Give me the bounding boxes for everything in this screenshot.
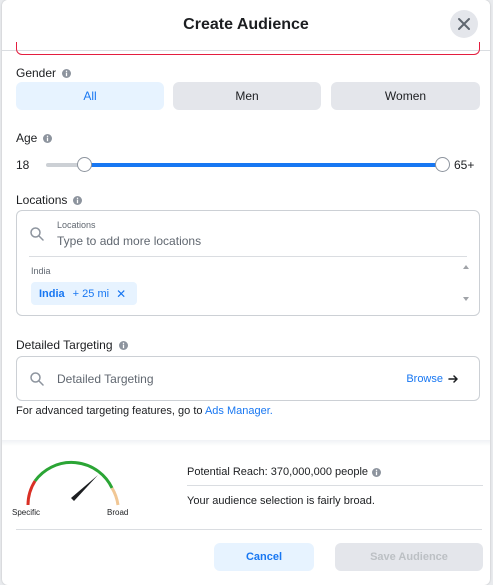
locations-box: Locations Type to add more locations Ind…	[16, 210, 480, 316]
gender-label: Gender	[16, 66, 72, 80]
remove-location-icon[interactable]: ✕	[116, 287, 126, 301]
locations-label-text: Locations	[16, 193, 68, 207]
location-country-label: India	[31, 266, 51, 276]
locations-input-label: Locations	[57, 220, 96, 230]
info-icon[interactable]	[43, 133, 53, 143]
gauge-arc-green	[33, 460, 114, 489]
close-button[interactable]	[450, 10, 478, 38]
detailed-targeting-input-box[interactable]: Detailed Targeting Browse	[16, 356, 480, 401]
detailed-targeting-label-text: Detailed Targeting	[16, 338, 113, 352]
create-audience-dialog: Create Audience Gender All Men Women Age…	[2, 0, 490, 585]
age-slider-range	[84, 163, 442, 167]
detailed-targeting-input[interactable]: Detailed Targeting	[57, 372, 154, 386]
gender-option-women[interactable]: Women	[331, 82, 480, 110]
detailed-targeting-label: Detailed Targeting	[16, 338, 128, 352]
advanced-note-text: For advanced targeting features, go to	[16, 405, 203, 417]
scroll-down-icon	[463, 297, 469, 301]
error-field-border	[16, 42, 480, 55]
locations-label: Locations	[16, 193, 83, 207]
age-min-value: 18	[16, 158, 30, 172]
audience-size-gauge	[26, 460, 120, 506]
gender-label-text: Gender	[16, 66, 57, 80]
potential-reach: Potential Reach: 370,000,000 people	[187, 466, 382, 478]
browse-label: Browse	[406, 373, 443, 385]
info-icon[interactable]	[372, 467, 382, 477]
browse-button[interactable]: Browse	[406, 373, 459, 385]
gauge-arc-red	[26, 480, 37, 506]
locations-divider	[29, 256, 467, 257]
locations-scrollbar[interactable]	[461, 261, 471, 305]
scroll-up-icon	[463, 265, 469, 269]
search-icon	[30, 372, 44, 386]
age-label-text: Age	[16, 131, 38, 145]
location-pill-name: India	[39, 287, 65, 300]
info-icon[interactable]	[73, 195, 83, 205]
age-label: Age	[16, 131, 53, 145]
potential-reach-text: Potential Reach: 370,000,000 people	[187, 466, 369, 478]
save-audience-button[interactable]: Save Audience	[335, 543, 483, 571]
info-icon[interactable]	[118, 340, 128, 350]
locations-input[interactable]: Type to add more locations	[57, 234, 201, 248]
gauge-broad-label: Broad	[107, 508, 129, 517]
advanced-targeting-note: For advanced targeting features, go to A…	[16, 405, 273, 417]
arrow-right-icon	[448, 375, 458, 383]
reach-divider	[187, 485, 483, 486]
gender-option-men[interactable]: Men	[173, 82, 321, 110]
ads-manager-link[interactable]: Ads Manager.	[205, 405, 273, 417]
section-separator	[2, 440, 490, 446]
audience-breadth-text: Your audience selection is fairly broad.	[187, 495, 375, 507]
age-min-handle[interactable]	[76, 157, 92, 172]
footer-divider	[16, 529, 482, 530]
gauge-specific-label: Specific	[12, 508, 41, 517]
cancel-button[interactable]: Cancel	[214, 543, 314, 571]
gender-option-all[interactable]: All	[16, 82, 164, 110]
gauge-needle	[71, 475, 98, 501]
gauge-arc-tan	[110, 487, 120, 506]
close-icon	[458, 18, 470, 30]
location-pill[interactable]: India + 25 mi ✕	[31, 282, 137, 305]
search-icon	[30, 227, 44, 241]
age-max-value: 65+	[454, 158, 475, 172]
location-pill-radius[interactable]: + 25 mi	[73, 288, 109, 300]
age-max-handle[interactable]	[434, 157, 450, 172]
info-icon[interactable]	[62, 68, 72, 78]
dialog-title: Create Audience	[183, 16, 309, 33]
